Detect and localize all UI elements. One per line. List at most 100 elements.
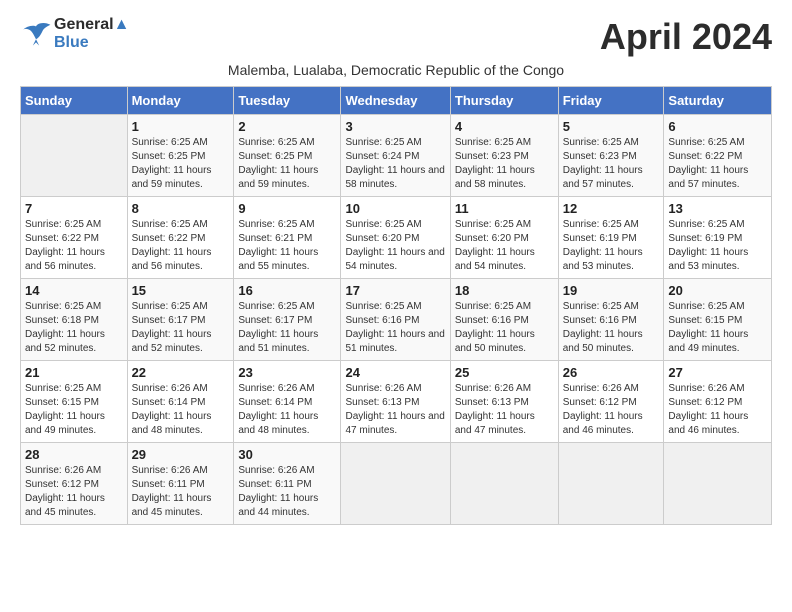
calendar-cell: 19 Sunrise: 6:25 AMSunset: 6:16 PMDayligh…: [558, 279, 664, 361]
day-info: Sunrise: 6:25 AMSunset: 6:23 PMDaylight:…: [563, 136, 660, 192]
calendar-cell: 9 Sunrise: 6:25 AMSunset: 6:21 PMDaylight…: [234, 197, 341, 279]
month-title: April 2024: [600, 16, 772, 58]
day-number: 20: [668, 283, 767, 298]
calendar-cell: 3 Sunrise: 6:25 AMSunset: 6:24 PMDaylight…: [341, 115, 450, 197]
day-number: 18: [455, 283, 554, 298]
day-number: 28: [25, 447, 123, 462]
day-info: Sunrise: 6:25 AMSunset: 6:16 PMDaylight:…: [345, 300, 445, 356]
day-info: Sunrise: 6:25 AMSunset: 6:19 PMDaylight:…: [563, 218, 660, 274]
day-info: Sunrise: 6:25 AMSunset: 6:22 PMDaylight:…: [132, 218, 230, 274]
day-info: Sunrise: 6:26 AMSunset: 6:12 PMDaylight:…: [563, 382, 660, 438]
calendar-cell: 11 Sunrise: 6:25 AMSunset: 6:20 PMDayligh…: [450, 197, 558, 279]
calendar-cell: 4 Sunrise: 6:25 AMSunset: 6:23 PMDaylight…: [450, 115, 558, 197]
day-info: Sunrise: 6:26 AMSunset: 6:13 PMDaylight:…: [455, 382, 554, 438]
day-info: Sunrise: 6:25 AMSunset: 6:15 PMDaylight:…: [668, 300, 767, 356]
day-info: Sunrise: 6:26 AMSunset: 6:14 PMDaylight:…: [238, 382, 336, 438]
day-info: Sunrise: 6:25 AMSunset: 6:22 PMDaylight:…: [668, 136, 767, 192]
calendar-cell: 2 Sunrise: 6:25 AMSunset: 6:25 PMDaylight…: [234, 115, 341, 197]
day-number: 17: [345, 283, 445, 298]
day-info: Sunrise: 6:25 AMSunset: 6:20 PMDaylight:…: [345, 218, 445, 274]
calendar-cell: 10 Sunrise: 6:25 AMSunset: 6:20 PMDayligh…: [341, 197, 450, 279]
calendar-cell: 26 Sunrise: 6:26 AMSunset: 6:12 PMDayligh…: [558, 361, 664, 443]
day-number: 8: [132, 201, 230, 216]
day-info: Sunrise: 6:25 AMSunset: 6:18 PMDaylight:…: [25, 300, 123, 356]
day-number: 30: [238, 447, 336, 462]
day-info: Sunrise: 6:26 AMSunset: 6:12 PMDaylight:…: [668, 382, 767, 438]
calendar-cell: 17 Sunrise: 6:25 AMSunset: 6:16 PMDayligh…: [341, 279, 450, 361]
calendar-table: SundayMondayTuesdayWednesdayThursdayFrid…: [20, 86, 772, 525]
calendar-cell: 7 Sunrise: 6:25 AMSunset: 6:22 PMDaylight…: [21, 197, 128, 279]
day-number: 7: [25, 201, 123, 216]
column-header-thursday: Thursday: [450, 87, 558, 115]
day-number: 4: [455, 119, 554, 134]
day-info: Sunrise: 6:26 AMSunset: 6:14 PMDaylight:…: [132, 382, 230, 438]
day-info: Sunrise: 6:25 AMSunset: 6:25 PMDaylight:…: [238, 136, 336, 192]
day-info: Sunrise: 6:25 AMSunset: 6:21 PMDaylight:…: [238, 218, 336, 274]
day-number: 25: [455, 365, 554, 380]
day-number: 27: [668, 365, 767, 380]
day-number: 22: [132, 365, 230, 380]
calendar-cell: 22 Sunrise: 6:26 AMSunset: 6:14 PMDayligh…: [127, 361, 234, 443]
logo: General▲ Blue: [20, 16, 129, 53]
day-number: 9: [238, 201, 336, 216]
day-info: Sunrise: 6:25 AMSunset: 6:15 PMDaylight:…: [25, 382, 123, 438]
day-number: 19: [563, 283, 660, 298]
day-info: Sunrise: 6:25 AMSunset: 6:25 PMDaylight:…: [132, 136, 230, 192]
day-number: 2: [238, 119, 336, 134]
calendar-cell: 14Sunrise: 6:25 AMSunset: 6:18 PMDayligh…: [21, 279, 128, 361]
calendar-cell: [450, 443, 558, 525]
day-info: Sunrise: 6:25 AMSunset: 6:16 PMDaylight:…: [563, 300, 660, 356]
calendar-cell: 25 Sunrise: 6:26 AMSunset: 6:13 PMDayligh…: [450, 361, 558, 443]
calendar-cell: 28 Sunrise: 6:26 AMSunset: 6:12 PMDayligh…: [21, 443, 128, 525]
day-info: Sunrise: 6:26 AMSunset: 6:12 PMDaylight:…: [25, 464, 123, 520]
day-number: 5: [563, 119, 660, 134]
day-number: 16: [238, 283, 336, 298]
calendar-cell: 12 Sunrise: 6:25 AMSunset: 6:19 PMDayligh…: [558, 197, 664, 279]
calendar-cell: 27 Sunrise: 6:26 AMSunset: 6:12 PMDayligh…: [664, 361, 772, 443]
calendar-cell: [558, 443, 664, 525]
day-info: Sunrise: 6:26 AMSunset: 6:11 PMDaylight:…: [238, 464, 336, 520]
day-number: 24: [345, 365, 445, 380]
day-info: Sunrise: 6:25 AMSunset: 6:23 PMDaylight:…: [455, 136, 554, 192]
day-number: 12: [563, 201, 660, 216]
calendar-cell: 18 Sunrise: 6:25 AMSunset: 6:16 PMDayligh…: [450, 279, 558, 361]
calendar-cell: [21, 115, 128, 197]
column-header-wednesday: Wednesday: [341, 87, 450, 115]
calendar-cell: 20 Sunrise: 6:25 AMSunset: 6:15 PMDayligh…: [664, 279, 772, 361]
day-number: 15: [132, 283, 230, 298]
calendar-cell: 1Sunrise: 6:25 AMSunset: 6:25 PMDaylight…: [127, 115, 234, 197]
calendar-cell: 23 Sunrise: 6:26 AMSunset: 6:14 PMDayligh…: [234, 361, 341, 443]
calendar-cell: 16 Sunrise: 6:25 AMSunset: 6:17 PMDayligh…: [234, 279, 341, 361]
day-number: 21: [25, 365, 123, 380]
calendar-cell: 5 Sunrise: 6:25 AMSunset: 6:23 PMDaylight…: [558, 115, 664, 197]
logo-bird-icon: [20, 20, 52, 48]
calendar-cell: 21 Sunrise: 6:25 AMSunset: 6:15 PMDayligh…: [21, 361, 128, 443]
day-number: 11: [455, 201, 554, 216]
day-info: Sunrise: 6:26 AMSunset: 6:13 PMDaylight:…: [345, 382, 445, 438]
day-info: Sunrise: 6:25 AMSunset: 6:17 PMDaylight:…: [238, 300, 336, 356]
day-info: Sunrise: 6:25 AMSunset: 6:20 PMDaylight:…: [455, 218, 554, 274]
column-header-friday: Friday: [558, 87, 664, 115]
day-number: 23: [238, 365, 336, 380]
day-info: Sunrise: 6:26 AMSunset: 6:11 PMDaylight:…: [132, 464, 230, 520]
column-header-sunday: Sunday: [21, 87, 128, 115]
day-info: Sunrise: 6:25 AMSunset: 6:19 PMDaylight:…: [668, 218, 767, 274]
page-subtitle: Malemba, Lualaba, Democratic Republic of…: [20, 62, 772, 78]
day-number: 6: [668, 119, 767, 134]
page-header: General▲ Blue April 2024: [20, 16, 772, 58]
day-number: 26: [563, 365, 660, 380]
day-info: Sunrise: 6:25 AMSunset: 6:16 PMDaylight:…: [455, 300, 554, 356]
calendar-cell: 29Sunrise: 6:26 AMSunset: 6:11 PMDayligh…: [127, 443, 234, 525]
calendar-cell: 30 Sunrise: 6:26 AMSunset: 6:11 PMDayligh…: [234, 443, 341, 525]
column-header-saturday: Saturday: [664, 87, 772, 115]
day-number: 13: [668, 201, 767, 216]
day-number: 10: [345, 201, 445, 216]
calendar-cell: 15Sunrise: 6:25 AMSunset: 6:17 PMDayligh…: [127, 279, 234, 361]
day-info: Sunrise: 6:25 AMSunset: 6:22 PMDaylight:…: [25, 218, 123, 274]
column-header-monday: Monday: [127, 87, 234, 115]
calendar-cell: 13 Sunrise: 6:25 AMSunset: 6:19 PMDayligh…: [664, 197, 772, 279]
calendar-cell: [341, 443, 450, 525]
day-info: Sunrise: 6:25 AMSunset: 6:24 PMDaylight:…: [345, 136, 445, 192]
day-number: 3: [345, 119, 445, 134]
calendar-cell: 24 Sunrise: 6:26 AMSunset: 6:13 PMDayligh…: [341, 361, 450, 443]
